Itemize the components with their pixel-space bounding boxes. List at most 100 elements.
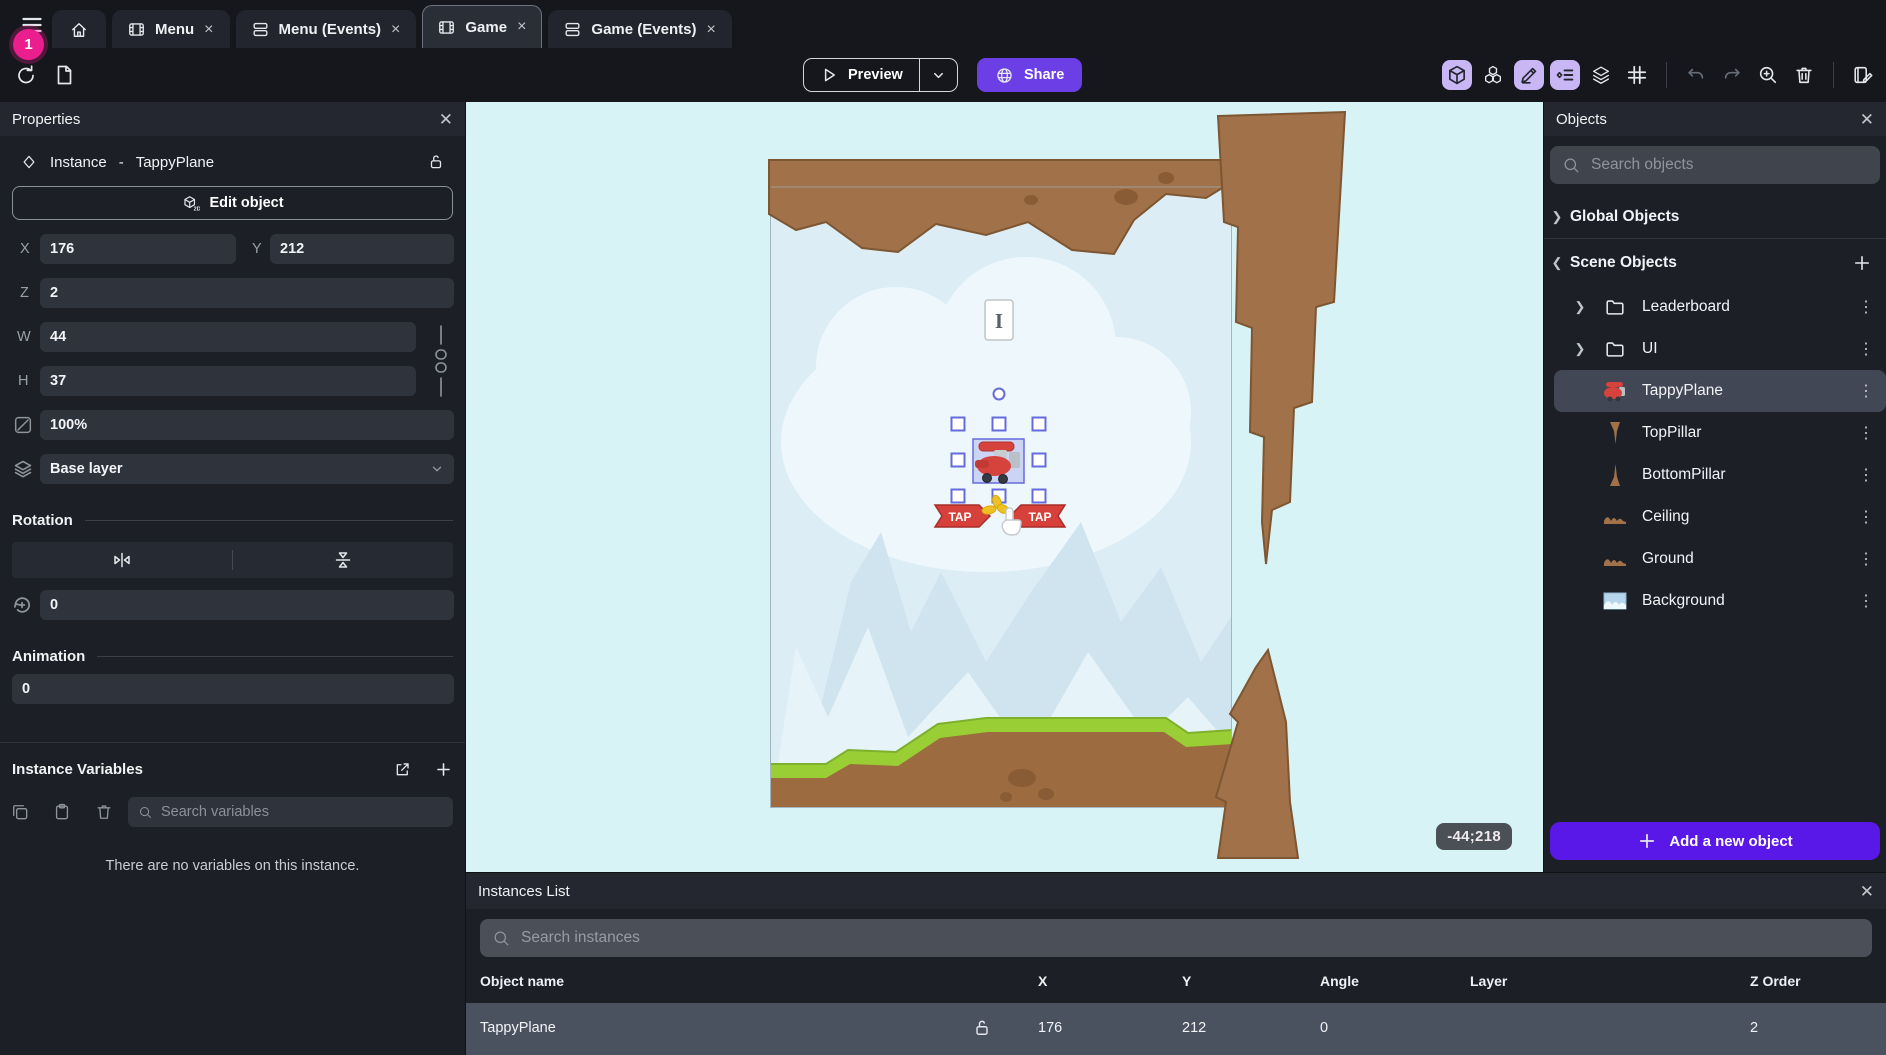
- edit-object-button[interactable]: 2D Edit object: [12, 186, 453, 220]
- object-row-ceiling[interactable]: Ceiling ⋮: [1554, 496, 1886, 538]
- close-tab-icon[interactable]: ×: [705, 21, 716, 39]
- object-row-background[interactable]: Background ⋮: [1554, 580, 1886, 622]
- angle-input[interactable]: [40, 590, 454, 620]
- list-diamond-icon: [1554, 64, 1576, 86]
- flip-vertical-button[interactable]: [233, 542, 453, 578]
- close-icon[interactable]: ✕: [439, 111, 453, 128]
- column-header[interactable]: Layer: [1470, 973, 1507, 989]
- close-icon[interactable]: ✕: [1860, 111, 1874, 128]
- instances-table-header: Object name X Y Angle Layer Z Order: [466, 973, 1886, 1003]
- redo-button[interactable]: [1717, 60, 1747, 90]
- close-icon[interactable]: ✕: [1860, 883, 1874, 900]
- object-row-bottompillar[interactable]: BottomPillar ⋮: [1554, 454, 1886, 496]
- tab-menu[interactable]: Menu ×: [112, 10, 230, 48]
- tab-label: Game: [465, 19, 507, 36]
- trash-icon[interactable]: [94, 802, 114, 822]
- column-header[interactable]: Angle: [1320, 973, 1359, 989]
- flip-toolbar: [12, 542, 453, 578]
- add-new-object-button[interactable]: Add a new object: [1550, 822, 1880, 860]
- home-icon: [69, 20, 89, 40]
- scene-canvas[interactable]: I: [466, 102, 1543, 872]
- share-button[interactable]: Share: [977, 58, 1082, 92]
- add-variable-icon[interactable]: [434, 760, 453, 779]
- variables-title: Instance Variables: [12, 761, 143, 778]
- width-input[interactable]: [40, 322, 416, 352]
- trash-icon: [1793, 64, 1815, 86]
- close-tab-icon[interactable]: ×: [203, 21, 214, 39]
- kebab-menu-icon[interactable]: ⋮: [1858, 381, 1874, 401]
- column-header[interactable]: Object name: [480, 973, 564, 989]
- tap-left-label: TAP: [948, 510, 971, 524]
- scene-objects-group[interactable]: ❮ Scene Objects: [1544, 246, 1886, 280]
- z-label: Z: [20, 285, 29, 301]
- object-row-toppillar[interactable]: TopPillar ⋮: [1554, 412, 1886, 454]
- paste-icon[interactable]: [52, 802, 72, 822]
- layer-select[interactable]: Base layer: [40, 454, 454, 484]
- instances-search-input[interactable]: [521, 929, 1860, 947]
- y-input[interactable]: [270, 234, 454, 264]
- object-row-ui[interactable]: ❯ UI ⋮: [1554, 328, 1886, 370]
- toggle-3d-view-button[interactable]: [1442, 60, 1472, 90]
- global-objects-group[interactable]: ❯ Global Objects: [1544, 200, 1886, 234]
- tab-home[interactable]: [52, 10, 106, 48]
- preview-button[interactable]: Preview: [804, 59, 919, 91]
- object-blocks-button[interactable]: [1478, 60, 1508, 90]
- objects-search-input[interactable]: [1591, 156, 1868, 174]
- z-input[interactable]: [40, 278, 454, 308]
- notification-badge[interactable]: 1: [13, 29, 44, 60]
- column-header[interactable]: Z Order: [1750, 973, 1801, 989]
- variables-search-input[interactable]: [161, 804, 443, 820]
- object-row-tappyplane[interactable]: TappyPlane ⋮: [1554, 370, 1886, 412]
- tab-game[interactable]: Game ×: [422, 5, 542, 48]
- open-in-new-icon[interactable]: [393, 760, 412, 779]
- object-row-ground[interactable]: Ground ⋮: [1554, 538, 1886, 580]
- kebab-menu-icon[interactable]: ⋮: [1858, 465, 1874, 485]
- instance-title-row: Instance - TappyPlane: [20, 148, 445, 176]
- instance-diamond-icon: [20, 153, 38, 171]
- tab-menu-events[interactable]: Menu (Events) ×: [236, 10, 417, 48]
- flip-horizontal-button[interactable]: [12, 542, 232, 578]
- save-icon[interactable]: [52, 63, 76, 87]
- preview-options-button[interactable]: [919, 59, 957, 91]
- cursor-coordinates-badge: -44;218: [1436, 823, 1512, 850]
- grid-button[interactable]: [1622, 60, 1652, 90]
- edit-mode-button[interactable]: [1514, 60, 1544, 90]
- layers-icon: [11, 457, 35, 481]
- kebab-menu-icon[interactable]: ⋮: [1858, 423, 1874, 443]
- object-row-leaderboard[interactable]: ❯ Leaderboard ⋮: [1554, 286, 1886, 328]
- opacity-input[interactable]: [40, 410, 454, 440]
- tab-game-events[interactable]: Game (Events) ×: [548, 10, 731, 48]
- x-input[interactable]: [40, 234, 236, 264]
- close-tab-icon[interactable]: ×: [390, 21, 401, 39]
- kebab-menu-icon[interactable]: ⋮: [1858, 591, 1874, 611]
- instances-list-button[interactable]: [1550, 60, 1580, 90]
- lock-open-icon[interactable]: [427, 153, 445, 171]
- height-row: H: [0, 366, 465, 396]
- add-object-icon[interactable]: [1852, 253, 1872, 273]
- kebab-menu-icon[interactable]: ⋮: [1858, 507, 1874, 527]
- background-thumbnail-icon: [1602, 592, 1628, 610]
- delete-button[interactable]: [1789, 60, 1819, 90]
- refresh-icon[interactable]: [14, 63, 38, 87]
- instance-table-row[interactable]: TappyPlane 176 212 0 2: [466, 1003, 1886, 1055]
- edit-scene-events-button[interactable]: [1848, 60, 1878, 90]
- rotate-icon: [9, 592, 35, 618]
- kebab-menu-icon[interactable]: ⋮: [1858, 297, 1874, 317]
- undo-button[interactable]: [1681, 60, 1711, 90]
- column-header[interactable]: Y: [1182, 973, 1191, 989]
- copy-icon[interactable]: [10, 802, 30, 822]
- animation-input[interactable]: [12, 674, 454, 704]
- layers-button[interactable]: [1586, 60, 1616, 90]
- chevron-down-icon: [931, 68, 946, 83]
- events-icon: [251, 20, 270, 39]
- lock-open-icon[interactable]: [972, 1018, 992, 1038]
- close-tab-icon[interactable]: ×: [516, 18, 527, 36]
- gdevelop-window: Menu × Menu (Events) × Game × Game (Even…: [0, 0, 1886, 1055]
- kebab-menu-icon[interactable]: ⋮: [1858, 339, 1874, 359]
- h-label: H: [18, 373, 28, 389]
- properties-panel-header: Properties ✕: [0, 102, 465, 136]
- zoom-button[interactable]: [1753, 60, 1783, 90]
- kebab-menu-icon[interactable]: ⋮: [1858, 549, 1874, 569]
- height-input[interactable]: [40, 366, 416, 396]
- column-header[interactable]: X: [1038, 973, 1047, 989]
